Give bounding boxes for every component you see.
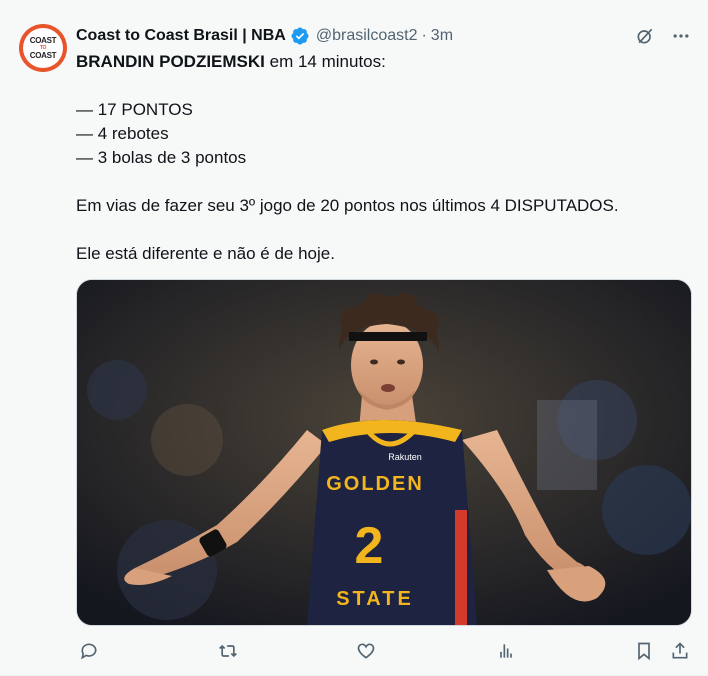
- stat-line: — 17 PONTOS: [76, 100, 193, 119]
- verified-badge-icon[interactable]: [290, 26, 310, 46]
- stat-line: — 4 rebotes: [76, 124, 169, 143]
- bookmark-icon[interactable]: [631, 638, 657, 664]
- jersey-sponsor: Rakuten: [388, 452, 422, 462]
- separator: ·: [421, 27, 427, 44]
- reply-icon[interactable]: [76, 638, 102, 664]
- tweet-header: Coast to Coast Brasil | NBA @brasilcoast…: [76, 24, 453, 48]
- tweet-line-closing: Ele está diferente e não é de hoje.: [76, 244, 335, 263]
- more-icon[interactable]: [670, 25, 692, 47]
- jersey-text-top: GOLDEN: [326, 473, 424, 495]
- display-name[interactable]: Coast to Coast Brasil | NBA: [76, 27, 286, 45]
- tweet-text: BRANDIN PODZIEMSKI em 14 minutos: — 17 P…: [76, 50, 686, 266]
- avatar[interactable]: COAST TO COAST: [19, 24, 67, 72]
- player-photo: GOLDEN 2 STATE Rakuten: [77, 280, 691, 625]
- jersey-number: 2: [355, 517, 384, 575]
- timestamp[interactable]: 3m: [431, 27, 453, 45]
- views-icon[interactable]: [493, 638, 519, 664]
- player-name: BRANDIN PODZIEMSKI: [76, 52, 265, 71]
- tweet[interactable]: COAST TO COAST Coast to Coast Brasil | N…: [0, 0, 708, 676]
- tweet-line-intro: BRANDIN PODZIEMSKI em 14 minutos:: [76, 50, 686, 74]
- handle[interactable]: @brasilcoast2: [316, 27, 418, 45]
- avatar-text-top: COAST: [29, 36, 57, 45]
- share-icon[interactable]: [667, 638, 693, 664]
- like-icon[interactable]: [353, 638, 379, 664]
- action-bar: [76, 638, 696, 664]
- top-actions: [634, 24, 692, 48]
- jersey-text-bottom: STATE: [336, 588, 414, 610]
- grok-icon[interactable]: [634, 25, 656, 47]
- intro-rest: em 14 minutos:: [264, 52, 386, 71]
- tweet-line-context: Em vias de fazer seu 3º jogo de 20 ponto…: [76, 196, 619, 215]
- avatar-text-bottom: COAST: [29, 51, 57, 60]
- retweet-icon[interactable]: [215, 638, 241, 664]
- avatar-logo: COAST TO COAST: [23, 28, 63, 68]
- tweet-photo[interactable]: GOLDEN 2 STATE Rakuten: [76, 279, 692, 626]
- stat-line: — 3 bolas de 3 pontos: [76, 148, 247, 167]
